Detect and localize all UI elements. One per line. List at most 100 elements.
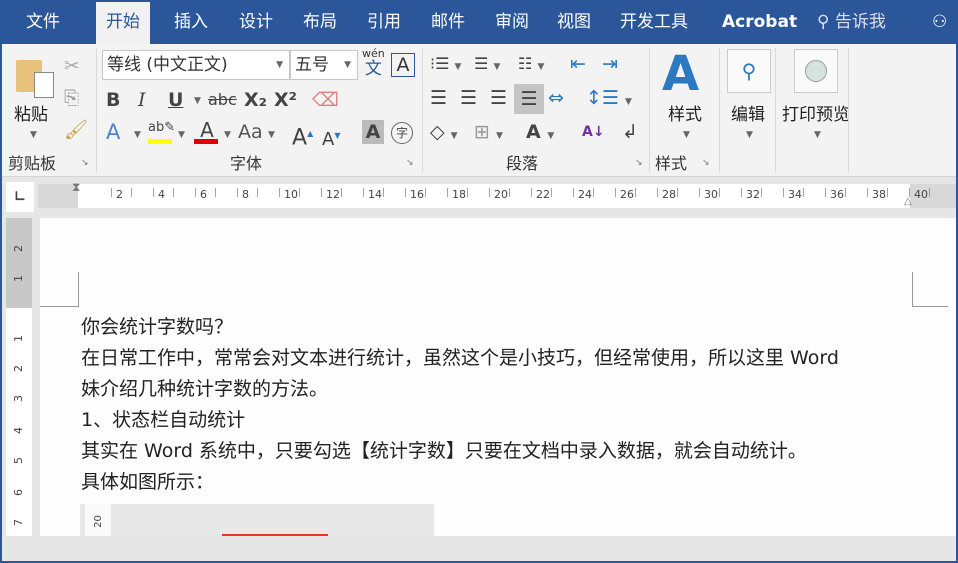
- ruler-minor-tick: |: [382, 188, 386, 198]
- change-case-button[interactable]: Aa: [238, 120, 263, 144]
- tab-references[interactable]: 引用: [357, 2, 411, 44]
- distributed-button[interactable]: ⇔: [548, 86, 564, 110]
- ruler-minor-tick: |: [614, 188, 618, 198]
- shrink-font-button[interactable]: A▼: [322, 124, 340, 152]
- print-preview-button[interactable]: 打印预览: [782, 100, 850, 125]
- vruler-tick: 5: [12, 457, 25, 464]
- italic-button[interactable]: I: [138, 88, 146, 112]
- paste-icon[interactable]: [14, 54, 54, 98]
- vertical-ruler[interactable]: 2 1 1 2 3 4 5 6 7: [6, 218, 32, 536]
- share-user-icon[interactable]: ⚇: [922, 2, 957, 44]
- ruler-tick: 34: [788, 188, 802, 201]
- font-color-dropdown-icon[interactable]: ▼: [224, 130, 231, 140]
- tab-layout[interactable]: 布局: [293, 2, 347, 44]
- align-right-button[interactable]: ☰: [490, 86, 507, 110]
- ruler-minor-tick: |: [592, 188, 596, 198]
- asian-layout-button[interactable]: A ▼: [526, 120, 554, 148]
- horizontal-ruler[interactable]: ⧗ △ 2 | | 4 | | 6 | | 8 | | 10 | | 12 | | 14 | | 16 | | 18 | | 20 | |…: [38, 180, 956, 208]
- doc-line-6: 具体如图所示：: [81, 471, 215, 493]
- vruler-tick: 3: [12, 395, 25, 402]
- tab-acrobat[interactable]: Acrobat: [712, 2, 807, 44]
- change-case-dropdown-icon[interactable]: ▼: [268, 130, 275, 140]
- tell-me-search[interactable]: ⚲ 告诉我: [807, 2, 896, 44]
- styles-button[interactable]: 样式: [668, 100, 702, 125]
- multilevel-list-button[interactable]: ☷ ▼: [518, 52, 544, 79]
- superscript-button[interactable]: X²: [274, 88, 297, 112]
- character-border-button[interactable]: A: [391, 53, 415, 77]
- red-underline-mark: [222, 534, 328, 536]
- embedded-ruler: 20: [85, 504, 111, 536]
- sort-button[interactable]: A↓: [582, 120, 605, 144]
- line-spacing-button[interactable]: ↕☰ ▼: [586, 86, 632, 114]
- shading-button[interactable]: ◇ ▼: [430, 120, 458, 148]
- tab-view[interactable]: 视图: [547, 2, 601, 44]
- paragraph-launcher-icon[interactable]: ↘: [635, 158, 643, 168]
- justify-button[interactable]: ☰: [514, 84, 544, 114]
- text-effects-dropdown-icon[interactable]: ▼: [134, 130, 141, 140]
- ruler-minor-tick: |: [802, 188, 806, 198]
- tab-developer[interactable]: 开发工具: [610, 2, 698, 44]
- underline-button[interactable]: U: [168, 88, 183, 112]
- font-name-combo[interactable]: 等线 (中文正文) ▼: [102, 50, 290, 80]
- doc-line-3: 妹介绍几种统计字数的方法。: [81, 378, 329, 400]
- character-shading-button[interactable]: A: [362, 120, 384, 144]
- clear-formatting-icon[interactable]: ⌫: [312, 88, 339, 112]
- tab-file[interactable]: 文件: [16, 2, 70, 44]
- tab-insert[interactable]: 插入: [164, 2, 218, 44]
- borders-button[interactable]: ⊞ ▼: [474, 120, 503, 148]
- ruler-minor-tick: |: [844, 188, 848, 198]
- tab-review[interactable]: 审阅: [485, 2, 539, 44]
- ruler-minor-tick: |: [298, 188, 302, 198]
- enclose-characters-button[interactable]: 字: [391, 122, 413, 144]
- ruler-minor-tick: |: [362, 188, 366, 198]
- ruler-minor-tick: |: [718, 188, 722, 198]
- styles-icon[interactable]: A: [662, 46, 699, 102]
- show-marks-button[interactable]: ↲: [622, 120, 638, 144]
- first-line-indent-marker[interactable]: ⧗: [72, 180, 80, 195]
- align-left-button[interactable]: ☰: [430, 86, 447, 110]
- strikethrough-button[interactable]: abc: [208, 88, 237, 112]
- highlight-button[interactable]: ab✎: [148, 120, 175, 144]
- doc-line-1: 你会统计字数吗？: [81, 316, 234, 338]
- search-icon[interactable]: ⚲: [727, 49, 771, 93]
- cut-icon[interactable]: ✂: [64, 54, 80, 78]
- grow-font-button[interactable]: A▲: [292, 122, 313, 150]
- vruler-tick: 7: [12, 519, 25, 526]
- document-page[interactable]: 你会统计字数吗？ 在日常工作中，常常会对文本进行统计，虽然这个是小技巧，但经常使…: [40, 218, 956, 536]
- editing-button[interactable]: 编辑: [731, 100, 765, 125]
- tab-stop-selector[interactable]: ∟: [6, 182, 34, 212]
- bold-button[interactable]: B: [106, 88, 120, 112]
- editing-dropdown-icon[interactable]: ▼: [746, 130, 753, 140]
- highlight-dropdown-icon[interactable]: ▼: [178, 130, 185, 140]
- tab-mailings[interactable]: 邮件: [421, 2, 475, 44]
- decrease-indent-button[interactable]: ⇤: [570, 52, 586, 76]
- numbering-button[interactable]: ☰ ▼: [474, 52, 500, 79]
- subscript-button[interactable]: X₂: [244, 88, 267, 112]
- format-painter-icon[interactable]: 🖌: [64, 118, 88, 142]
- increase-indent-button[interactable]: ⇥: [602, 52, 618, 76]
- ruler-tick: 32: [746, 188, 760, 201]
- font-color-button[interactable]: A: [194, 118, 220, 144]
- ruler-minor-tick: |: [404, 188, 408, 198]
- print-preview-dropdown-icon[interactable]: ▼: [814, 130, 821, 140]
- phonetic-guide-button[interactable]: wén 文: [362, 48, 385, 79]
- tab-home[interactable]: 开始: [96, 2, 150, 44]
- font-launcher-icon[interactable]: ↘: [406, 158, 414, 168]
- paste-dropdown-icon[interactable]: ▼: [30, 130, 37, 140]
- align-center-button[interactable]: ☰: [460, 86, 477, 110]
- tab-design[interactable]: 设计: [229, 2, 283, 44]
- paste-button[interactable]: 粘贴: [14, 100, 48, 125]
- ruler-minor-tick: |: [676, 188, 680, 198]
- bullets-button[interactable]: ⁝☰ ▼: [430, 52, 461, 79]
- styles-launcher-icon[interactable]: ↘: [702, 158, 710, 168]
- clipboard-launcher-icon[interactable]: ↘: [81, 158, 89, 168]
- copy-icon[interactable]: ⎘: [64, 86, 79, 110]
- ruler-minor-tick: |: [886, 188, 890, 198]
- styles-dropdown-icon[interactable]: ▼: [683, 130, 690, 140]
- font-size-combo[interactable]: 五号 ▼: [290, 50, 358, 80]
- print-preview-icon[interactable]: [794, 49, 838, 93]
- underline-dropdown-icon[interactable]: ▼: [194, 96, 201, 106]
- doc-line-5: 其实在 Word 系统中，只要勾选【统计字数】只要在文档中录入数据，就会自动统计…: [81, 440, 807, 462]
- ruler-minor-tick: |: [866, 188, 870, 198]
- text-effects-button[interactable]: A: [106, 120, 120, 144]
